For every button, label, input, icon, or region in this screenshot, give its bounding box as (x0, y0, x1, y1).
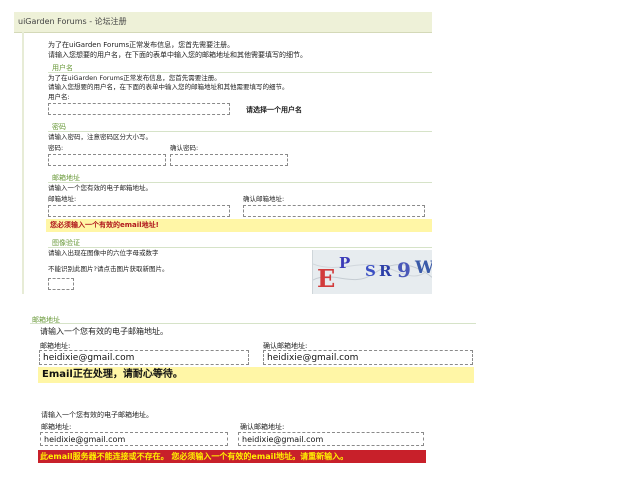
email-desc: 请输入一个您有效的电子邮箱地址。 (41, 411, 153, 419)
confirm-email-label: 确认邮箱地址: (240, 423, 285, 431)
username-divider (48, 72, 432, 73)
email-server-error-bar: 此email服务器不能连接或不存在。 您必须输入一个有效的email地址。请重新… (38, 450, 426, 463)
email-error-bar: 您必须输入一个有效的email地址! (46, 219, 432, 232)
confirm-email-input[interactable] (238, 432, 424, 446)
username-input[interactable] (48, 103, 230, 115)
email-desc: 请输入一个您有效的电子邮箱地址。 (40, 327, 168, 336)
email-server-error-panel: 请输入一个您有效的电子邮箱地址。 邮箱地址: 确认邮箱地址: 此email服务器… (38, 408, 426, 464)
intro-line-1: 为了在uiGarden Forums正常发布信息，您首先需要注册。 (48, 41, 235, 49)
email-label: 邮箱地址: (48, 195, 77, 203)
captcha-desc: 请输入出现在图像中的六位字母或数字 (48, 249, 159, 257)
captcha-divider (48, 247, 432, 248)
captcha-char: R (379, 262, 392, 280)
email-processing-panel: 邮箱地址 请输入一个您有效的电子邮箱地址。 邮箱地址: 确认邮箱地址: Emai… (30, 312, 476, 384)
password-desc: 请输入密码，注意密码区分大小写。 (48, 133, 152, 141)
registration-form-panel: uiGarden Forums - 论坛注册 为了在uiGarden Forum… (14, 12, 432, 294)
email-desc: 请输入一个您有效的电子邮箱地址。 (48, 184, 152, 192)
email-server-error-text: 此email服务器不能连接或不存在。 您必须输入一个有效的email地址。请重新… (40, 452, 349, 461)
email-divider (48, 182, 432, 183)
username-intro-line-2: 请输入您想要的用户名，在下面的表单中输入您的邮箱地址和其他需要填写的细节。 (48, 83, 289, 91)
confirm-email-input[interactable] (263, 350, 473, 365)
password-label: 密码: (48, 144, 64, 152)
email-input[interactable] (39, 350, 249, 365)
email-label: 邮箱地址: (41, 423, 72, 431)
username-label: 用户名: (48, 93, 70, 101)
email-input[interactable] (40, 432, 228, 446)
captcha-input[interactable] (48, 278, 74, 290)
email-processing-text: Email正在处理，请耐心等待。 (42, 369, 183, 380)
captcha-char: E (317, 264, 336, 293)
email-input[interactable] (48, 205, 230, 217)
captcha-char: P (339, 254, 351, 272)
window-title-bar: uiGarden Forums - 论坛注册 (14, 12, 432, 33)
confirm-password-input[interactable] (170, 154, 288, 166)
confirm-email-label: 确认邮箱地址: (243, 195, 285, 203)
username-intro-line-1: 为了在uiGarden Forums正常发布信息，您首先需要注册。 (48, 74, 221, 82)
captcha-refresh-hint: 不能识别此图片?请点击图片获取新图片。 (48, 265, 169, 273)
password-input[interactable] (48, 154, 166, 166)
captcha-char: 9 (397, 258, 411, 282)
intro-line-2: 请输入您想要的用户名，在下面的表单中输入您的邮箱地址和其他需要填写的细节。 (48, 51, 307, 59)
confirm-email-input[interactable] (243, 205, 425, 217)
window-title: uiGarden Forums - 论坛注册 (18, 17, 127, 26)
captcha-image[interactable]: E P S R 9 W (312, 250, 432, 294)
captcha-char: W (415, 258, 432, 278)
email-error-text: 您必须输入一个有效的email地址! (50, 221, 159, 229)
captcha-char: S (365, 262, 376, 280)
password-divider (48, 131, 432, 132)
confirm-password-label: 确认密码: (170, 144, 199, 152)
panel-frame-line (22, 32, 24, 294)
email-divider (30, 323, 476, 324)
email-processing-bar: Email正在处理，请耐心等待。 (38, 367, 474, 383)
username-hint: 请选择一个用户名 (246, 106, 302, 114)
